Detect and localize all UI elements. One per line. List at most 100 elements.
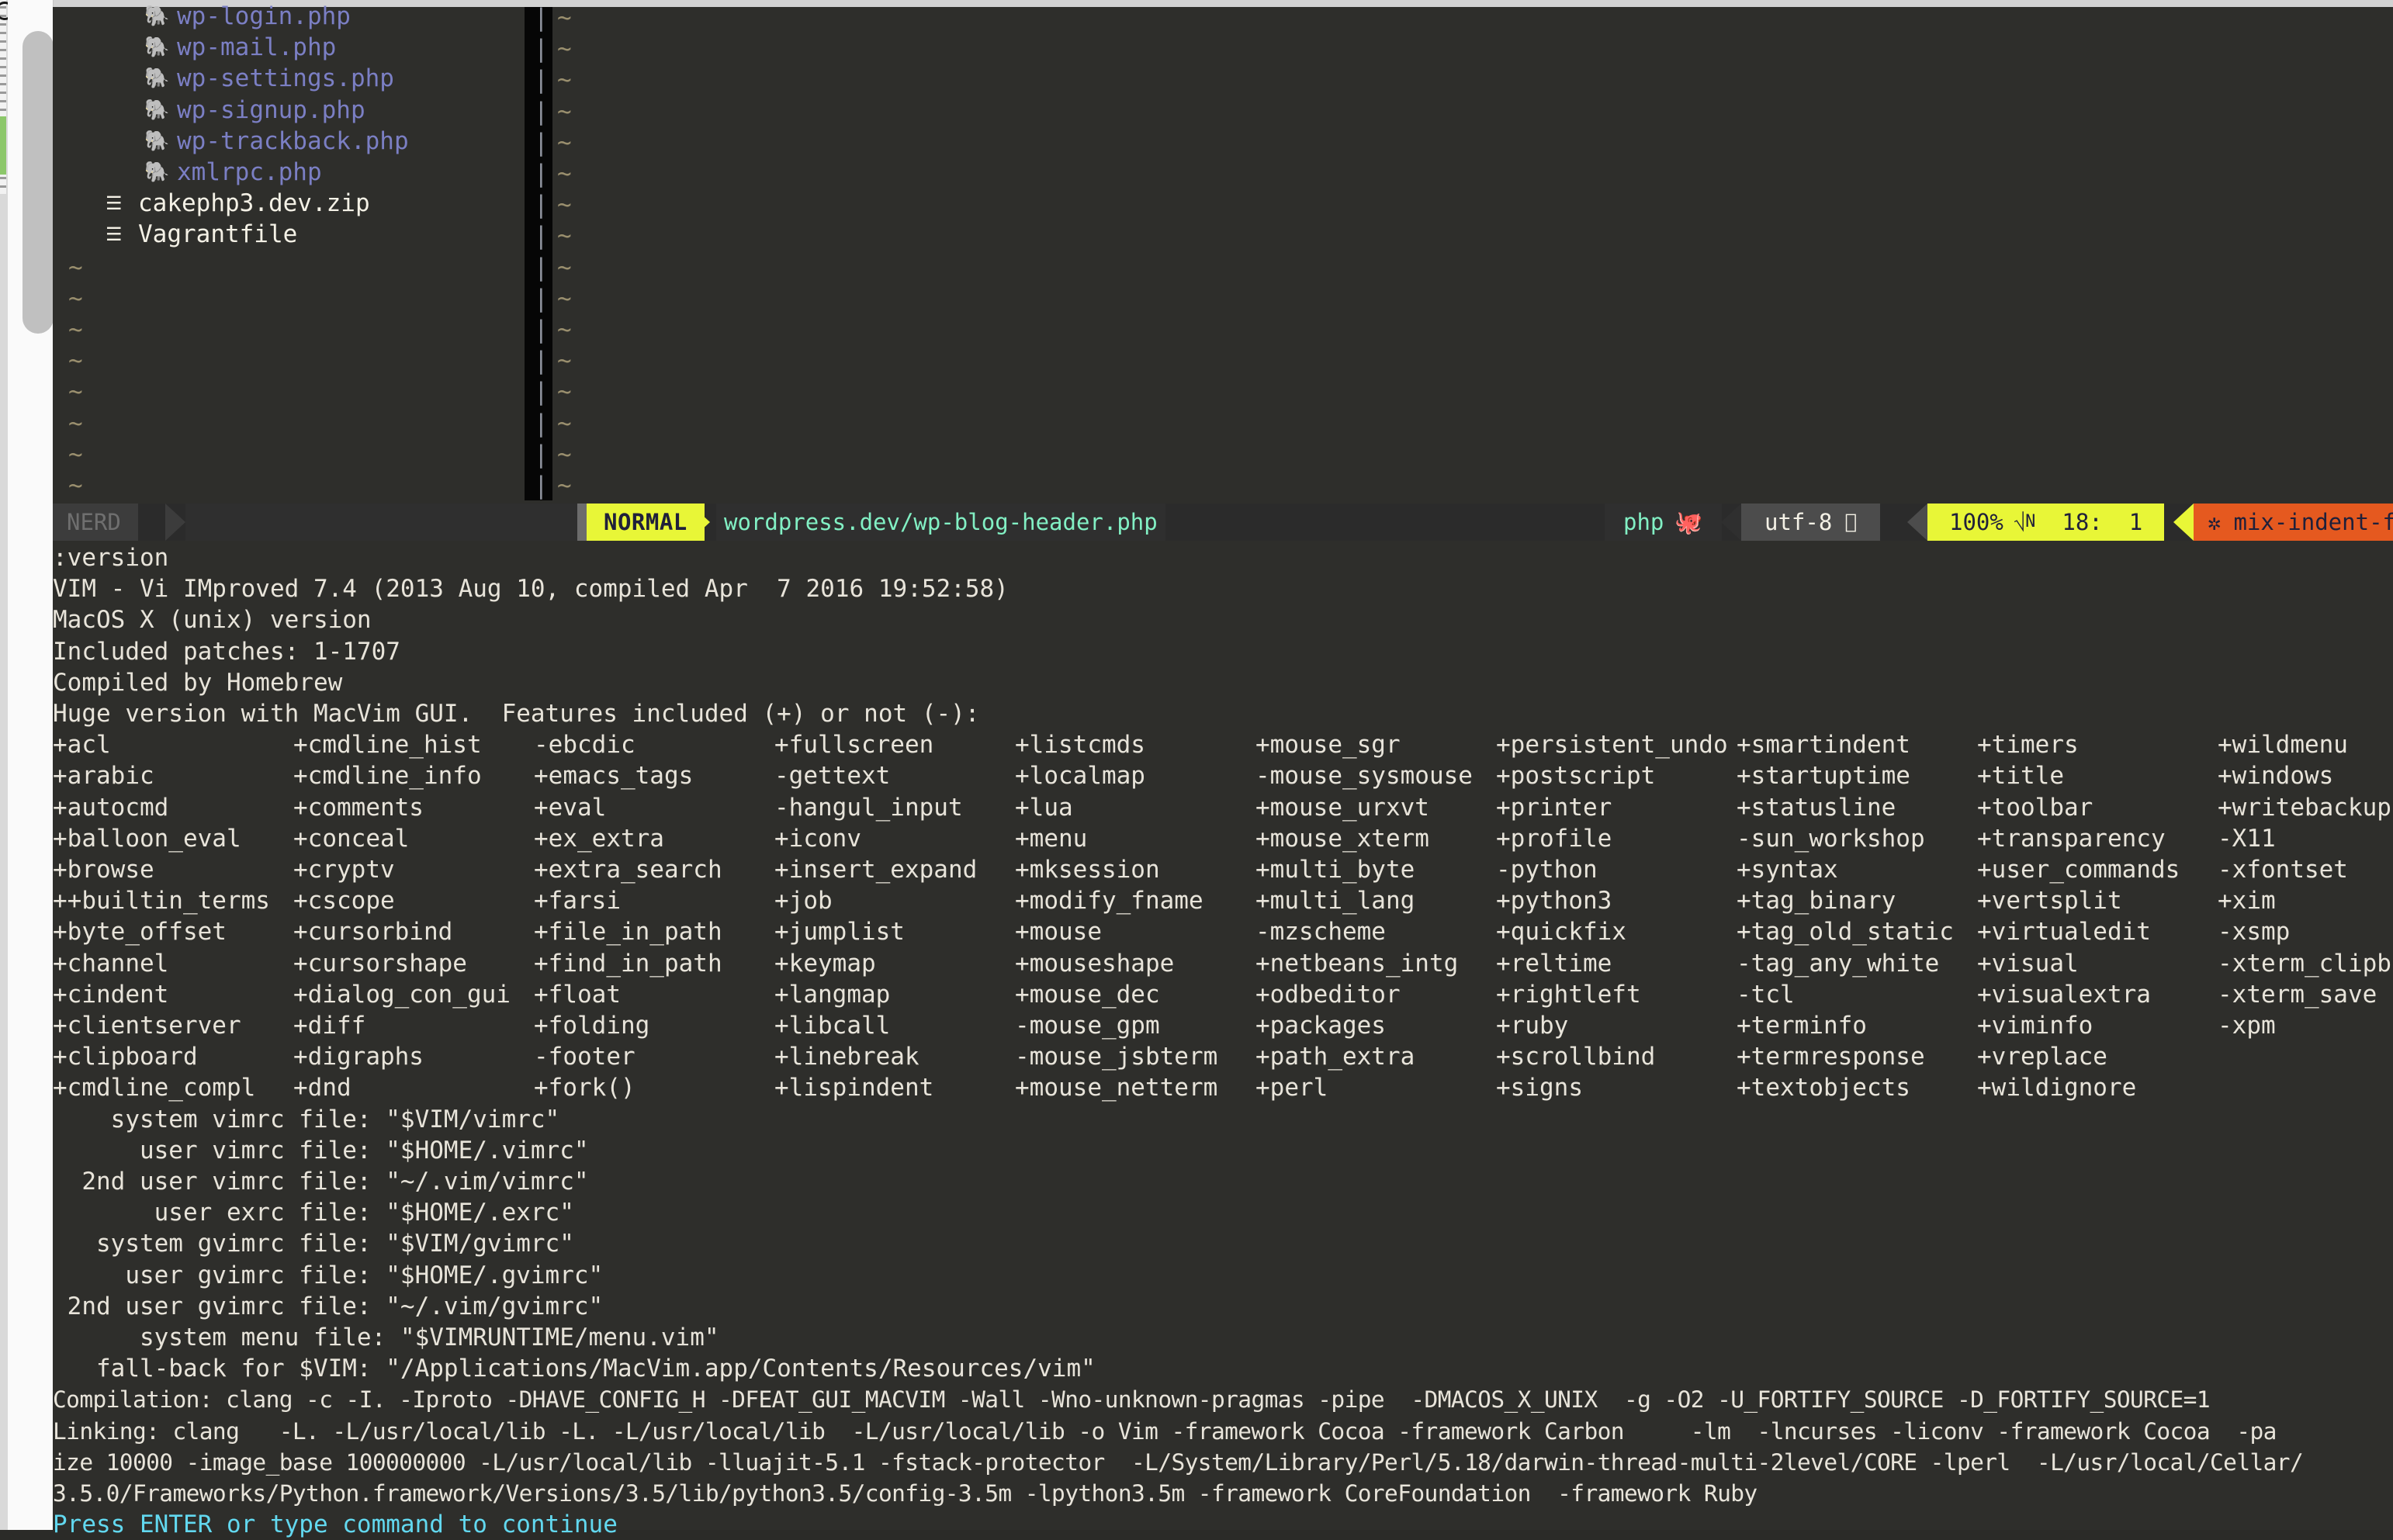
version-header-line: Huge version with MacVim GUI. Features i… (53, 700, 980, 728)
statusline-position-chevron-icon (2173, 504, 2194, 541)
vim-feature-flag: +lispindent (774, 1074, 934, 1102)
vim-feature-flag: +syntax (1737, 856, 1838, 884)
vim-feature-flag: +eval (534, 793, 607, 822)
vim-feature-flag: +mouse_urxvt (1255, 793, 1429, 822)
nerdtree-empty-line-marker: ~ (68, 253, 83, 282)
vim-feature-flag: -tcl (1737, 980, 1795, 1009)
vim-feature-flag: +windows (2218, 762, 2334, 791)
php-elephant-icon: 🐘 (144, 161, 170, 184)
nerdtree-pane[interactable]: 🐘 wp-login.php 🐘 wp-mail.php 🐘 wp-settings.ph… (53, 2, 525, 500)
vertical-scrollbar[interactable] (8, 0, 54, 1530)
vim-feature-flag: +user_commands (1977, 856, 2180, 884)
vim-feature-flag: -ebcdic (534, 731, 635, 760)
statusline-filetype: php 🐙 (1605, 504, 1722, 541)
statusline-encoding-chevron-icon (1907, 504, 1927, 541)
vim-feature-flag: +clientserver (53, 1012, 241, 1040)
statusline-position: 100% ⎷N 18: 1 (1927, 504, 2165, 541)
archive-file-icon: ☰ (106, 192, 122, 215)
vim-feature-flag: +scrollbind (1496, 1043, 1656, 1071)
php-elephant-icon: 🐘 (144, 67, 170, 91)
buffer-empty-line-marker: ~ (557, 222, 572, 251)
buffer-empty-line-marker: ~ (557, 128, 572, 157)
vim-feature-flag: +ruby (1496, 1012, 1569, 1040)
vim-feature-flag: -mouse_jsbterm (1015, 1043, 1218, 1071)
vim-feature-flag: +wildignore (1977, 1074, 2137, 1102)
vim-feature-flag: +file_in_path (534, 918, 722, 946)
statusline-percent: 100% (1949, 508, 2003, 535)
press-enter-prompt: Press ENTER or type command to continue (53, 1511, 618, 1539)
statusline-encoding-label: utf-8 (1764, 508, 1833, 535)
vim-feature-flag: -X11 (2218, 824, 2276, 853)
buffer-empty-line-marker: ~ (557, 472, 572, 500)
vim-feature-flag: +emacs_tags (534, 762, 694, 791)
vim-feature-flag: +mouse_xterm (1255, 824, 1429, 853)
statusline-separator (577, 504, 587, 541)
vim-feature-flag: +mouse (1015, 918, 1102, 946)
buffer-empty-line-marker: ~ (557, 440, 572, 469)
vim-feature-flag: +ex_extra (534, 824, 664, 853)
vim-feature-flag: +find_in_path (534, 949, 722, 978)
vim-feature-flag: +transparency (1977, 824, 2166, 853)
right-buffer-pane[interactable]: ~ ~ ~ ~ ~ ~ ~ ~ ~ ~ ~ ~ ~ ~ ~ ~ (556, 4, 2393, 500)
vim-feature-flag: +python3 (1496, 887, 1612, 915)
statusline-mode: NORMAL (587, 504, 705, 541)
split-bar-char: | (534, 253, 549, 282)
vim-feature-flag: -xfontset (2218, 856, 2348, 884)
statusline-column: 1 (2128, 508, 2143, 535)
nerdtree-empty-line-marker: ~ (68, 440, 83, 469)
vim-feature-flag: +linebreak (774, 1043, 919, 1071)
version-header-line: Included patches: 1-1707 (53, 637, 400, 666)
statusline-file-path: wordpress.dev/wp-blog-header.php (716, 504, 1165, 541)
buffer-empty-line-marker: ~ (557, 347, 572, 375)
split-bar-char: | (534, 347, 549, 375)
vim-feature-flag: -hangul_input (774, 793, 963, 822)
vimrc-path-line: system gvimrc file: "$VIM/gvimrc" (53, 1230, 574, 1258)
vim-feature-flag: +persistent_undo (1496, 731, 1728, 760)
buffer-empty-line-marker: ~ (557, 316, 572, 344)
buffer-empty-line-marker: ~ (557, 4, 572, 32)
buffer-empty-line-marker: ~ (557, 66, 572, 95)
vim-feature-flag: +fullscreen (774, 731, 934, 760)
scrollbar-thumb[interactable] (23, 31, 54, 334)
buffer-empty-line-marker: ~ (557, 191, 572, 220)
nerdtree-item-label: xmlrpc.php (177, 158, 322, 186)
vim-feature-flag: +vertsplit (1977, 887, 2122, 915)
build-flags-line: Linking: clang -L. -L/usr/local/lib -L. … (53, 1417, 2277, 1445)
buffer-empty-line-marker: ~ (557, 35, 572, 64)
split-bar-char: | (534, 316, 549, 344)
vim-feature-flag: +clipboard (53, 1043, 198, 1071)
version-command-echo: :version (53, 544, 169, 572)
vim-feature-flag: +packages (1255, 1012, 1386, 1040)
vim-feature-flag: +keymap (774, 949, 876, 978)
vim-feature-flag: -mouse_sysmouse (1255, 762, 1473, 791)
vim-feature-flag: +cmdline_info (293, 762, 482, 791)
php-elephant-icon: 🐘 (144, 129, 170, 153)
version-header-line: VIM - Vi IMproved 7.4 (2013 Aug 10, comp… (53, 575, 1009, 604)
nerdtree-item-label: Vagrantfile (138, 220, 298, 249)
vim-feature-flag: +cscope (293, 887, 395, 915)
build-flags-line: 3.5.0/Frameworks/Python.framework/Versio… (53, 1480, 1758, 1507)
nerdtree-item-label: cakephp3.dev.zip (138, 189, 370, 218)
vim-feature-flag: -gettext (774, 762, 891, 791)
vim-feature-flag: +cmdline_hist (293, 731, 482, 760)
vim-feature-flag: +lua (1015, 793, 1073, 822)
php-elephant-icon: 🐘 (144, 36, 170, 60)
build-flags-line: Compilation: clang -c -I. -Iproto -DHAVE… (53, 1386, 2211, 1414)
buffer-empty-line-marker: ~ (557, 253, 572, 282)
split-bar-char: | (534, 35, 549, 64)
vim-feature-flag: +printer (1496, 793, 1612, 822)
vim-feature-flag: +statusline (1737, 793, 1896, 822)
vim-feature-flag: +xim (2218, 887, 2276, 915)
vimrc-path-line: 2nd user gvimrc file: "~/.vim/gvimrc" (53, 1292, 604, 1320)
statusline-warning-label: mix-indent-file (2233, 508, 2393, 535)
vim-feature-flag: +comments (293, 793, 424, 822)
vim-feature-flag: +multi_lang (1255, 887, 1415, 915)
statusline-nerd-chevron-icon (165, 504, 185, 541)
vim-feature-flag: -mouse_gpm (1015, 1012, 1160, 1040)
split-bar-char: | (534, 191, 549, 220)
statusline-filetype-label: php (1623, 508, 1664, 535)
vim-feature-flag: +farsi (534, 887, 621, 915)
vim-feature-flag: -python (1496, 856, 1598, 884)
vim-feature-flag: -mzscheme (1255, 918, 1386, 946)
vim-feature-flag: +signs (1496, 1074, 1583, 1102)
